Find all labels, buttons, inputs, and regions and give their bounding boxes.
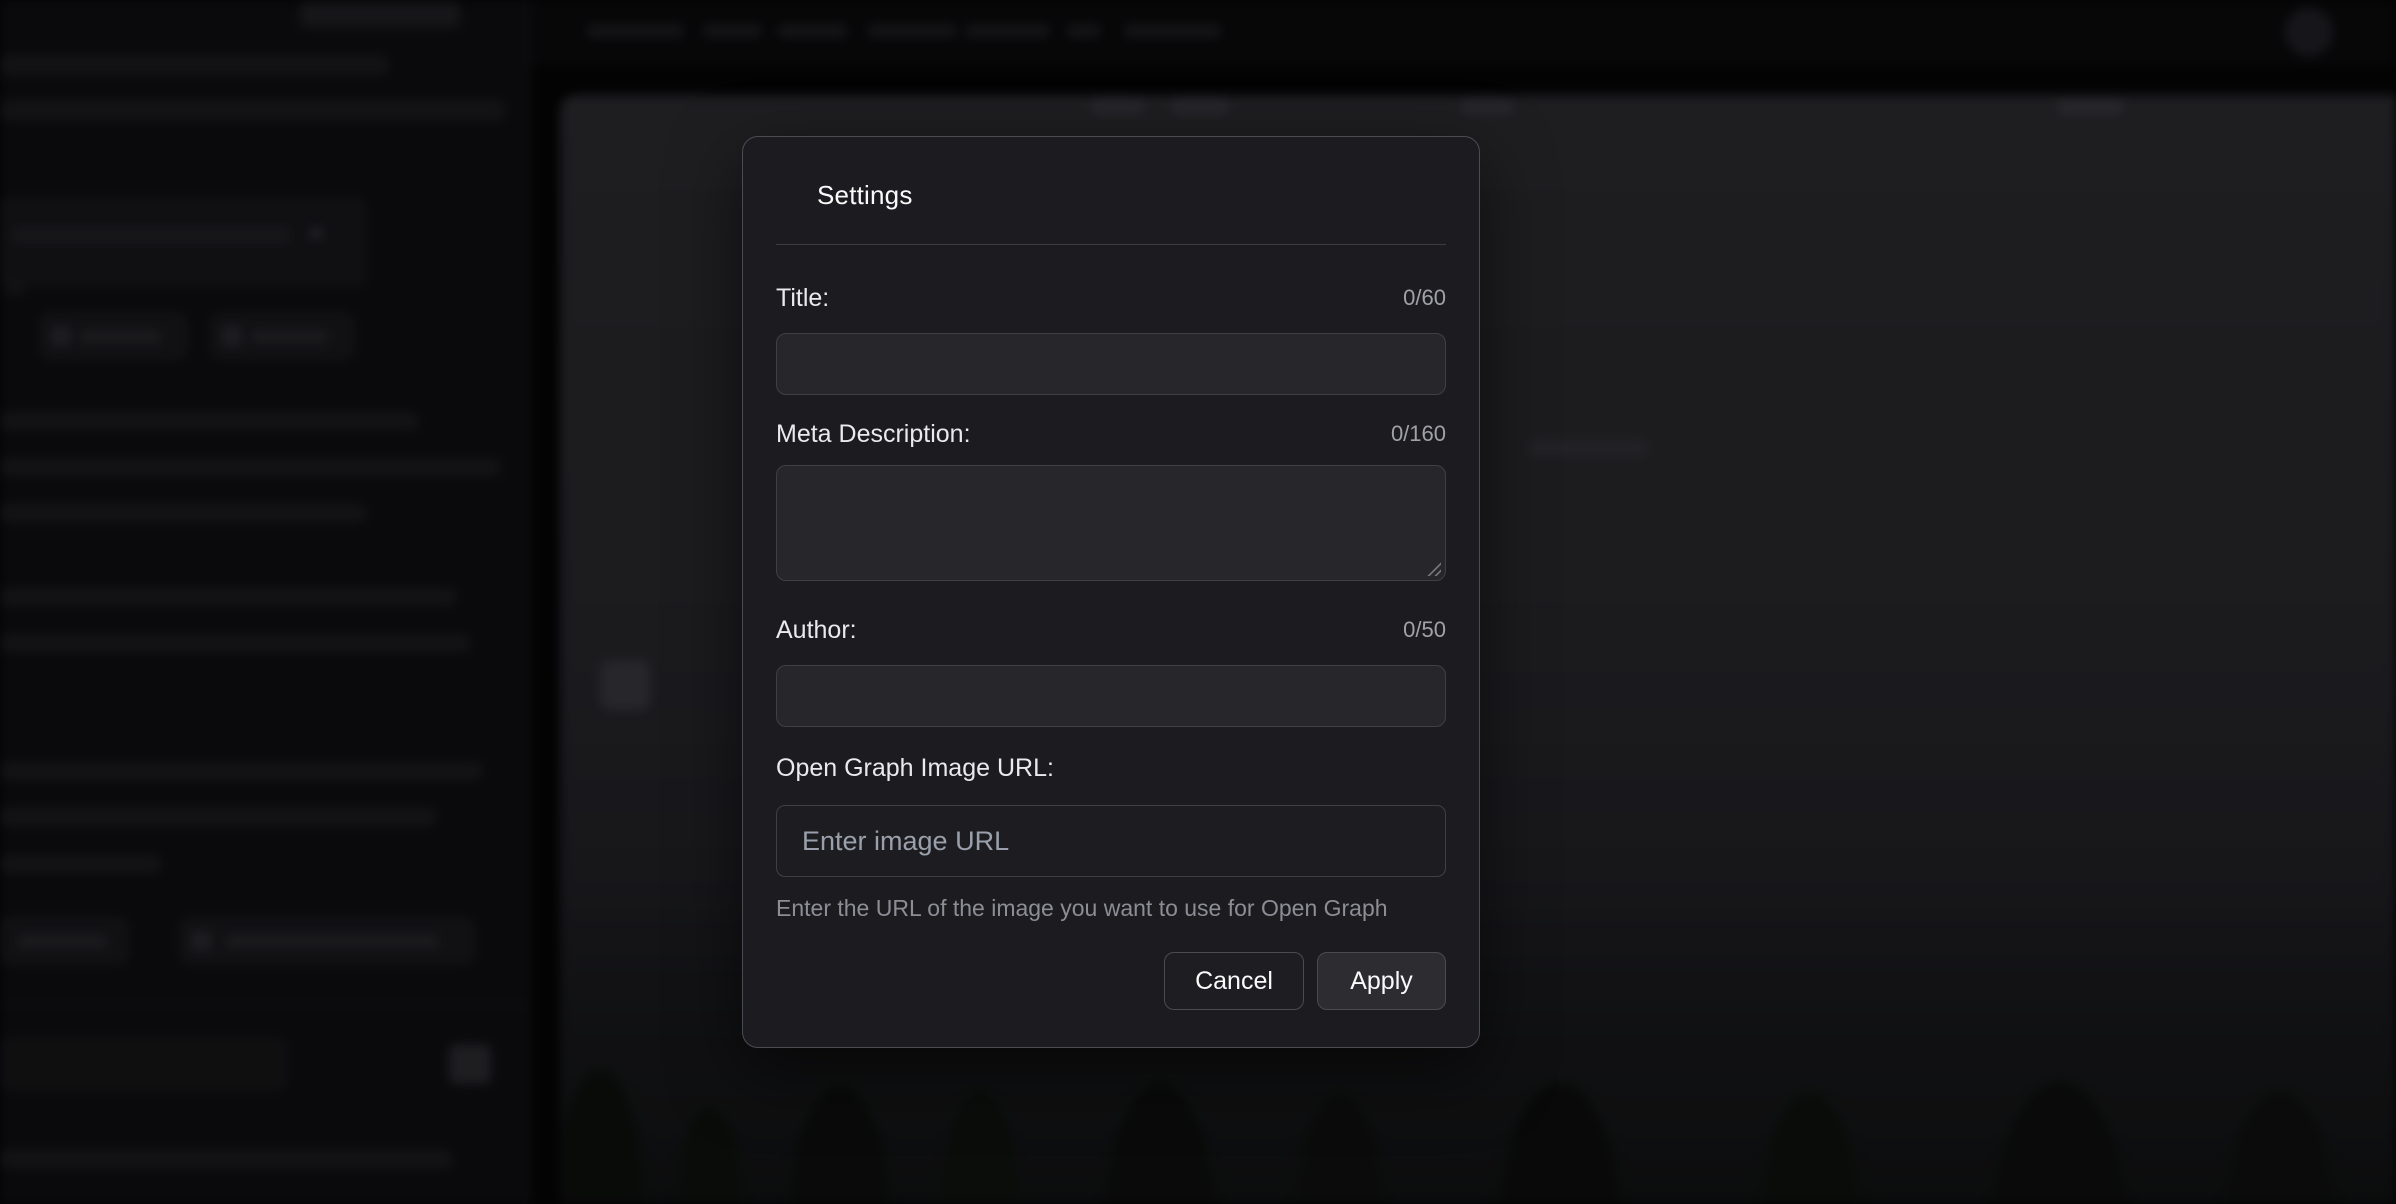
modal-body: Title: 0/60 Meta Description: 0/160 Auth… (743, 281, 1479, 1010)
modal-divider (776, 244, 1446, 245)
title-input[interactable] (776, 333, 1446, 395)
apply-button[interactable]: Apply (1317, 952, 1446, 1010)
meta-description-textarea-wrap (776, 465, 1446, 581)
cancel-button[interactable]: Cancel (1164, 952, 1304, 1010)
author-input[interactable] (776, 665, 1446, 727)
og-image-field-row: Open Graph Image URL: (776, 751, 1446, 785)
author-label: Author: (776, 616, 857, 645)
meta-description-label: Meta Description: (776, 420, 971, 449)
meta-description-textarea[interactable] (776, 465, 1446, 581)
modal-header: Settings (743, 137, 1479, 244)
modal-footer: Cancel Apply (776, 952, 1446, 1010)
title-counter: 0/60 (1403, 285, 1446, 311)
og-image-helper-text: Enter the URL of the image you want to u… (776, 893, 1446, 923)
author-counter: 0/50 (1403, 617, 1446, 643)
meta-description-counter: 0/160 (1391, 421, 1446, 447)
modal-title: Settings (817, 180, 913, 211)
og-image-url-input[interactable] (776, 805, 1446, 877)
title-field-row: Title: 0/60 (776, 281, 1446, 315)
meta-description-field-row: Meta Description: 0/160 (776, 417, 1446, 451)
settings-modal: Settings Title: 0/60 Meta Description: 0… (742, 136, 1480, 1048)
author-field-row: Author: 0/50 (776, 613, 1446, 647)
og-image-label: Open Graph Image URL: (776, 754, 1054, 783)
title-label: Title: (776, 284, 829, 313)
